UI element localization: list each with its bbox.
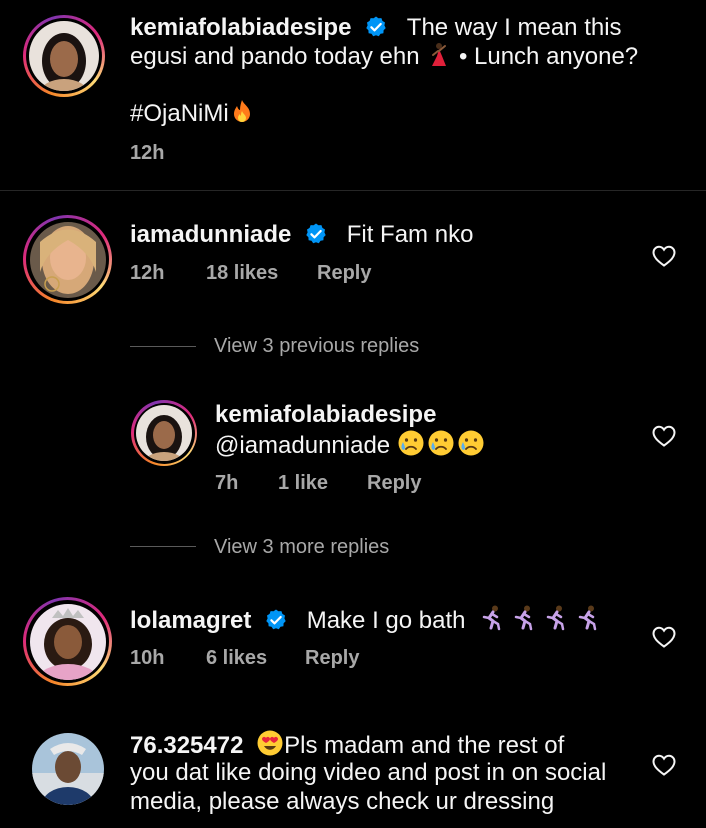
running-woman-emoji xyxy=(542,604,570,632)
caption-hashtag[interactable]: #OjaNiMi xyxy=(130,100,229,127)
comment-username[interactable]: 76.325472 xyxy=(130,732,243,759)
replies-line xyxy=(130,346,196,347)
reply-likes[interactable]: 1 like xyxy=(278,472,328,495)
crying-face-emoji xyxy=(457,429,485,457)
crying-face-emoji xyxy=(397,429,425,457)
comment-text: Make I go bath xyxy=(306,607,466,634)
caption-username[interactable]: kemiafolabiadesipe xyxy=(130,14,351,41)
comment-avatar-76.325472[interactable] xyxy=(32,733,104,805)
running-woman-emoji xyxy=(478,604,506,632)
verified-badge-icon xyxy=(304,222,328,246)
view-more-replies-button[interactable]: View 3 more replies xyxy=(214,536,389,559)
reply-avatar-kemiafolabiadesipe[interactable] xyxy=(131,400,197,466)
caption-text-line2-tail: • Lunch anyone? xyxy=(458,43,639,70)
caption-time: 12h xyxy=(130,142,165,164)
view-previous-replies-button[interactable]: View 3 previous replies xyxy=(214,335,419,358)
comment-text: Fit Fam nko xyxy=(346,221,474,248)
heart-outline-icon[interactable] xyxy=(652,245,676,267)
comment-username[interactable]: lolamagret xyxy=(130,607,251,634)
comment-reply-button[interactable]: Reply xyxy=(305,647,359,670)
comment-text-line2: you dat like doing video and post in on … xyxy=(130,759,607,786)
heart-outline-icon[interactable] xyxy=(652,626,676,648)
verified-badge-icon xyxy=(264,608,288,632)
caption-divider xyxy=(0,190,706,191)
reply-reply-button[interactable]: Reply xyxy=(367,472,421,495)
replies-line xyxy=(130,546,196,547)
crying-face-emoji xyxy=(427,429,455,457)
comment-avatar-iamadunniade[interactable] xyxy=(23,215,112,304)
comment-time: 10h xyxy=(130,647,165,669)
caption-avatar[interactable] xyxy=(23,15,105,97)
verified-badge-icon xyxy=(364,15,388,39)
comment-avatar-lolamagret[interactable] xyxy=(23,597,112,686)
reply-username[interactable]: kemiafolabiadesipe xyxy=(215,401,436,428)
caption-text-line1: The way I mean this xyxy=(406,14,622,41)
dancer-emoji xyxy=(426,42,452,75)
comment-reply-button[interactable]: Reply xyxy=(317,262,371,285)
comment-time: 12h xyxy=(130,262,165,284)
caption-text-line2: egusi and pando today ehn xyxy=(130,43,420,70)
fire-emoji xyxy=(229,99,255,132)
heart-outline-icon[interactable] xyxy=(652,754,676,776)
reply-text: @iamadunniade xyxy=(215,432,391,459)
running-woman-emoji xyxy=(574,604,602,632)
comment-likes[interactable]: 18 likes xyxy=(206,262,278,285)
comment-username[interactable]: iamadunniade xyxy=(130,221,291,248)
heart-outline-icon[interactable] xyxy=(652,425,676,447)
comment-text-line1: Pls madam and the rest of xyxy=(284,732,565,759)
reply-time: 7h xyxy=(215,472,239,494)
comment-text-line3: media, please always check ur dressing xyxy=(130,788,555,815)
comment-likes[interactable]: 6 likes xyxy=(206,647,267,670)
running-woman-emoji xyxy=(510,604,538,632)
